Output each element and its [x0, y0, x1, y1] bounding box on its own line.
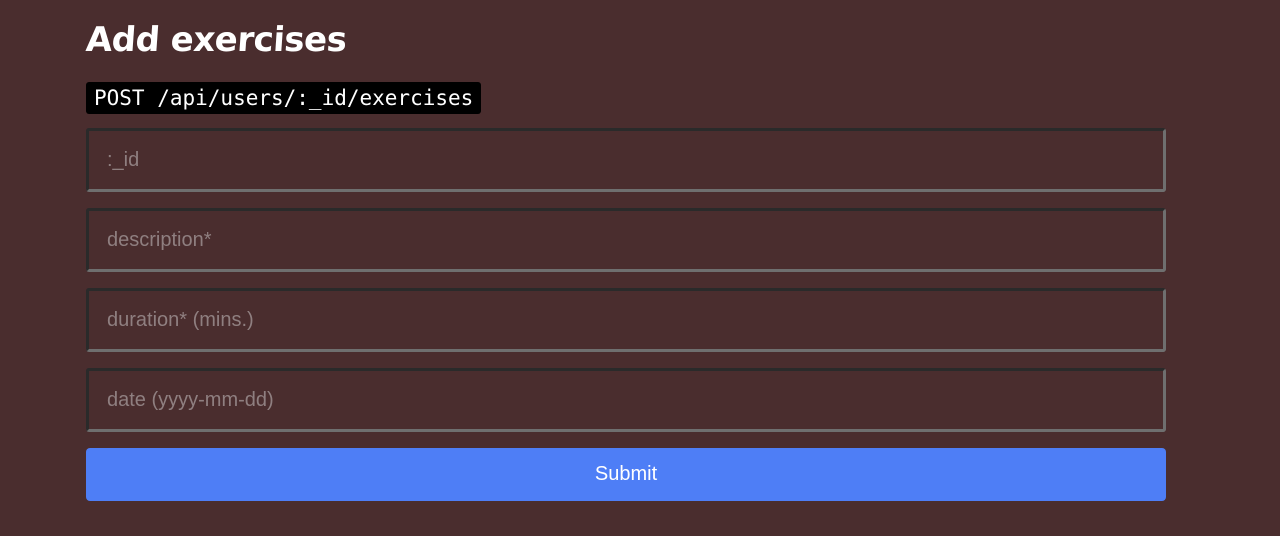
endpoint-label: POST /api/users/:_id/exercises: [86, 82, 482, 114]
id-input[interactable]: [86, 128, 1166, 192]
date-input[interactable]: [86, 368, 1166, 432]
description-input[interactable]: [86, 208, 1166, 272]
page-title: Add exercises: [84, 20, 348, 60]
duration-input[interactable]: [86, 288, 1166, 352]
submit-button[interactable]: Submit: [86, 448, 1166, 501]
